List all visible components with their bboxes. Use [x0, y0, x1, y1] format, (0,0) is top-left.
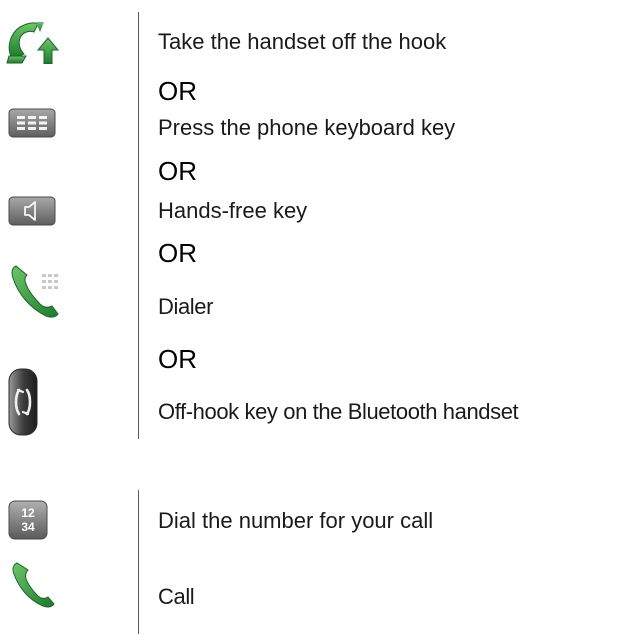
instruction-dialer: Dialer: [158, 294, 214, 319]
keypad-icon-bottom-digits: 34: [21, 520, 35, 534]
keypad-icon-top-digits: 12: [21, 506, 35, 520]
phone-keyboard-key-icon: [8, 108, 56, 138]
or-separator-4: OR: [158, 344, 197, 374]
or-separator-1: OR: [158, 76, 197, 106]
instruction-bluetooth-off-hook: Off-hook key on the Bluetooth handset: [158, 399, 519, 424]
keypad-icon: 12 34: [8, 500, 48, 540]
hands-free-key-icon: [8, 196, 56, 226]
or-separator-3: OR: [158, 238, 197, 268]
call-icon: [12, 562, 55, 608]
instruction-dial-number: Dial the number for your call: [158, 508, 434, 533]
dialer-icon: [11, 265, 59, 318]
bluetooth-handset-off-hook-icon: [8, 368, 38, 436]
section-divider-bottom: [138, 490, 139, 634]
instruction-off-hook: Take the handset off the hook: [158, 29, 447, 54]
handset-off-hook-icon: [6, 22, 60, 64]
instruction-keyboard-key: Press the phone keyboard key: [158, 115, 456, 140]
or-separator-2: OR: [158, 156, 197, 186]
instruction-call: Call: [158, 584, 195, 609]
section-divider-top: [138, 12, 139, 439]
instruction-hands-free: Hands-free key: [158, 198, 308, 223]
